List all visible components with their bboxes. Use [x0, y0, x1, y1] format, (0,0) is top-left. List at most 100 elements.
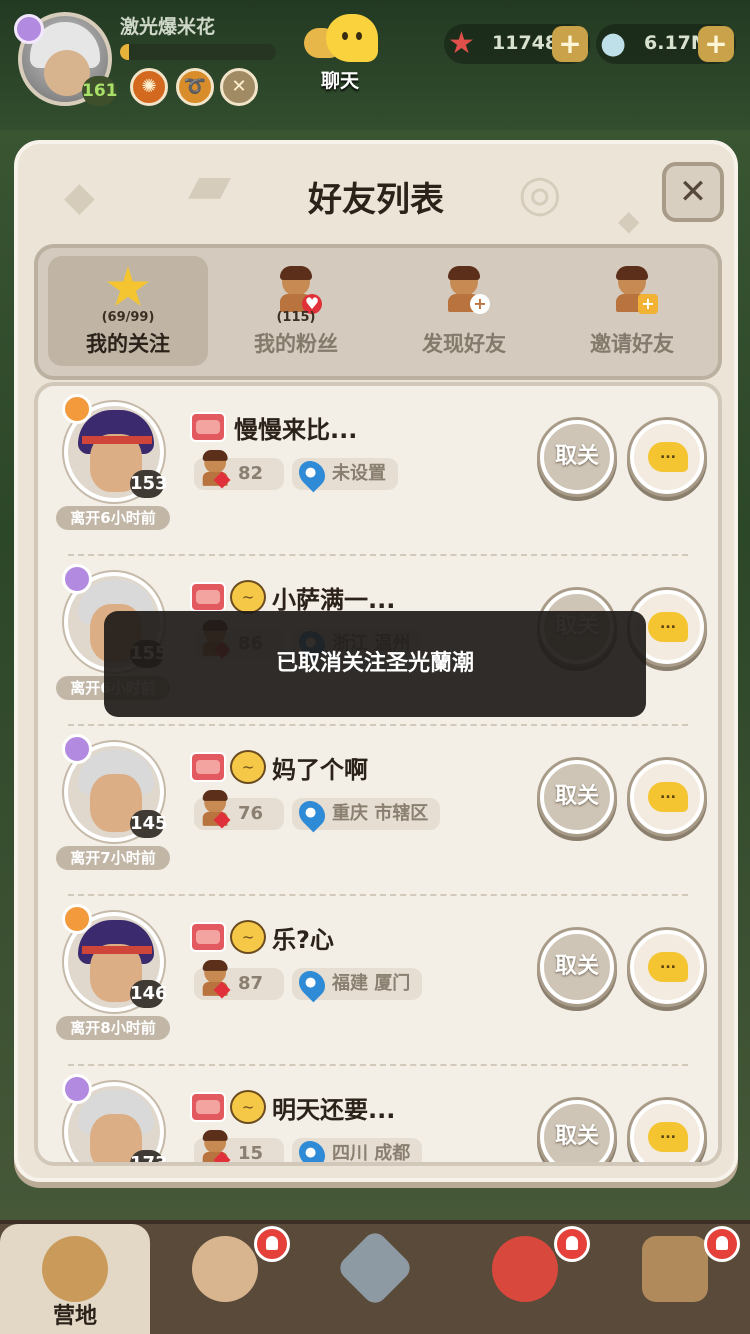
tab-discover-friends[interactable]: + 发现好友	[384, 256, 544, 366]
unfollow-button[interactable]: 取关	[540, 760, 614, 834]
tab-bar: (69/99) 我的关注 ♥ (115) 我的粉丝 + 发现好友 + 邀请好友	[34, 244, 722, 380]
friend-name: 妈了个啊	[272, 756, 368, 784]
location-text: 四川 成都	[332, 1143, 411, 1164]
vip-badge-icon	[190, 1092, 226, 1122]
totem-icon	[642, 1236, 708, 1302]
add-starfish-button[interactable]: +	[552, 26, 588, 62]
friend-name: 明天还要...	[272, 1096, 396, 1124]
offline-status: 离开6小时前	[56, 506, 170, 530]
location-pill: 福建 厦门	[292, 965, 423, 1003]
fans-count: 87	[238, 973, 264, 994]
fans-count-pill: 76	[194, 790, 284, 830]
shell-currency: ● 6.17M +	[596, 24, 736, 64]
fire-buff-icon[interactable]: ✺	[130, 68, 168, 106]
location-pin-icon	[293, 965, 331, 1003]
tab-label: 我的粉丝	[254, 332, 338, 356]
caveman-gift-icon: +	[610, 266, 658, 314]
alert-bell-icon	[704, 1226, 740, 1262]
chat-with-friend-button[interactable]: ...	[630, 420, 704, 494]
location-pin-icon	[293, 795, 331, 833]
chat-bubble-icon: ...	[648, 782, 688, 812]
chat-bubble-icon: ...	[648, 612, 688, 642]
nav-weapon[interactable]	[300, 1224, 450, 1334]
player-name: 激光爆米花	[120, 16, 216, 38]
chat-with-friend-button[interactable]: ...	[630, 930, 704, 1004]
player-level-badge: 161	[82, 76, 118, 106]
sleepy-face-icon: ~	[230, 580, 266, 614]
spiral-icon	[62, 1074, 92, 1104]
alert-bell-icon	[554, 1226, 590, 1262]
vip-badge-icon	[190, 582, 226, 612]
vip-badge-icon	[190, 752, 226, 782]
friend-row: 173 ~ 明天还要... 15 四川 成都 取关 ...	[38, 1066, 718, 1164]
nav-hero[interactable]	[150, 1224, 300, 1334]
friend-list[interactable]: 153 离开6小时前 慢慢来比... 82 未设置 取关 ... 155 离开6…	[34, 382, 722, 1166]
location-pill: 未设置	[292, 455, 398, 493]
spiral-icon	[62, 734, 92, 764]
tab-label: 我的关注	[86, 332, 170, 356]
location-pin-icon	[293, 455, 331, 493]
location-text: 福建 厦门	[332, 973, 411, 994]
chat-button[interactable]: 聊天	[300, 14, 380, 92]
friend-level-badge: 145	[130, 810, 168, 838]
chat-face-bubble-icon	[326, 14, 378, 62]
unfollow-button[interactable]: 取关	[540, 1100, 614, 1162]
add-shell-button[interactable]: +	[698, 26, 734, 62]
friend-level-badge: 153	[130, 470, 168, 498]
spiral-icon	[62, 564, 92, 594]
friend-level-badge: 146	[130, 980, 168, 1008]
panel-title: 好友列表	[308, 180, 444, 220]
bottom-nav: 营地	[0, 1220, 750, 1334]
vip-badge-icon	[190, 922, 226, 952]
following-count: (69/99)	[101, 310, 155, 325]
fans-count-pill: 15	[194, 1130, 284, 1162]
location-pill: 重庆 市辖区	[292, 795, 441, 833]
hero-icon	[192, 1236, 258, 1302]
tab-label: 邀请好友	[590, 332, 674, 356]
spiral-buff-icon[interactable]: ➰	[176, 68, 214, 106]
starfish-currency: ★ 11748 +	[444, 24, 590, 64]
location-text: 重庆 市辖区	[332, 803, 429, 824]
friend-row: 145 离开7小时前 ~ 妈了个啊 76 重庆 市辖区 取关 ...	[38, 726, 718, 896]
fans-count-pill: 87	[194, 960, 284, 1000]
tab-invite-friends[interactable]: + 邀请好友	[552, 256, 712, 366]
unfollow-button[interactable]: 取关	[540, 420, 614, 494]
offline-status: 离开8小时前	[56, 1016, 170, 1040]
location-text: 未设置	[332, 463, 386, 484]
starfish-amount: 11748	[492, 32, 559, 54]
starfish-icon: ★	[448, 26, 475, 61]
camp-chief-icon	[42, 1236, 108, 1302]
friend-level-badge: 173	[130, 1150, 168, 1162]
alert-bell-icon	[254, 1226, 290, 1262]
fans-count: (115)	[276, 310, 316, 325]
xp-progress-bar	[120, 44, 276, 60]
crossed-tools-buff-icon[interactable]: ✕	[220, 68, 258, 106]
nav-pet[interactable]	[450, 1224, 600, 1334]
chat-label: 聊天	[320, 70, 359, 92]
chat-bubble-icon: ...	[648, 952, 688, 982]
location-pin-icon	[293, 1135, 331, 1162]
headband	[82, 946, 152, 954]
weapon-icon	[335, 1228, 415, 1308]
top-hud: 161 激光爆米花 ✺ ➰ ✕ 聊天 ★ 11748 + ● 6.17M +	[0, 0, 750, 130]
chat-bubble-icon: ...	[648, 1122, 688, 1152]
chat-bubble-icon: ...	[648, 442, 688, 472]
friend-row: 153 离开6小时前 慢慢来比... 82 未设置 取关 ...	[38, 386, 718, 556]
tab-my-following[interactable]: (69/99) 我的关注	[48, 256, 208, 366]
nav-camp[interactable]: 营地	[0, 1224, 150, 1334]
unfollow-toast: 已取消关注圣光蘭潮	[104, 611, 646, 717]
close-button[interactable]: ✕	[662, 162, 724, 222]
fans-count: 82	[238, 463, 264, 484]
fans-count: 76	[238, 803, 264, 824]
pet-dino-icon	[492, 1236, 558, 1302]
caveman-plus-icon: +	[442, 266, 490, 314]
chat-with-friend-button[interactable]: ...	[630, 1100, 704, 1162]
headband	[82, 436, 152, 444]
unfollow-button[interactable]: 取关	[540, 930, 614, 1004]
friend-name: 乐?心	[272, 926, 334, 954]
chat-with-friend-button[interactable]: ...	[630, 760, 704, 834]
nav-totem[interactable]	[600, 1224, 750, 1334]
tab-my-fans[interactable]: ♥ (115) 我的粉丝	[216, 256, 376, 366]
offline-status: 离开7小时前	[56, 846, 170, 870]
location-pill: 四川 成都	[292, 1135, 423, 1164]
